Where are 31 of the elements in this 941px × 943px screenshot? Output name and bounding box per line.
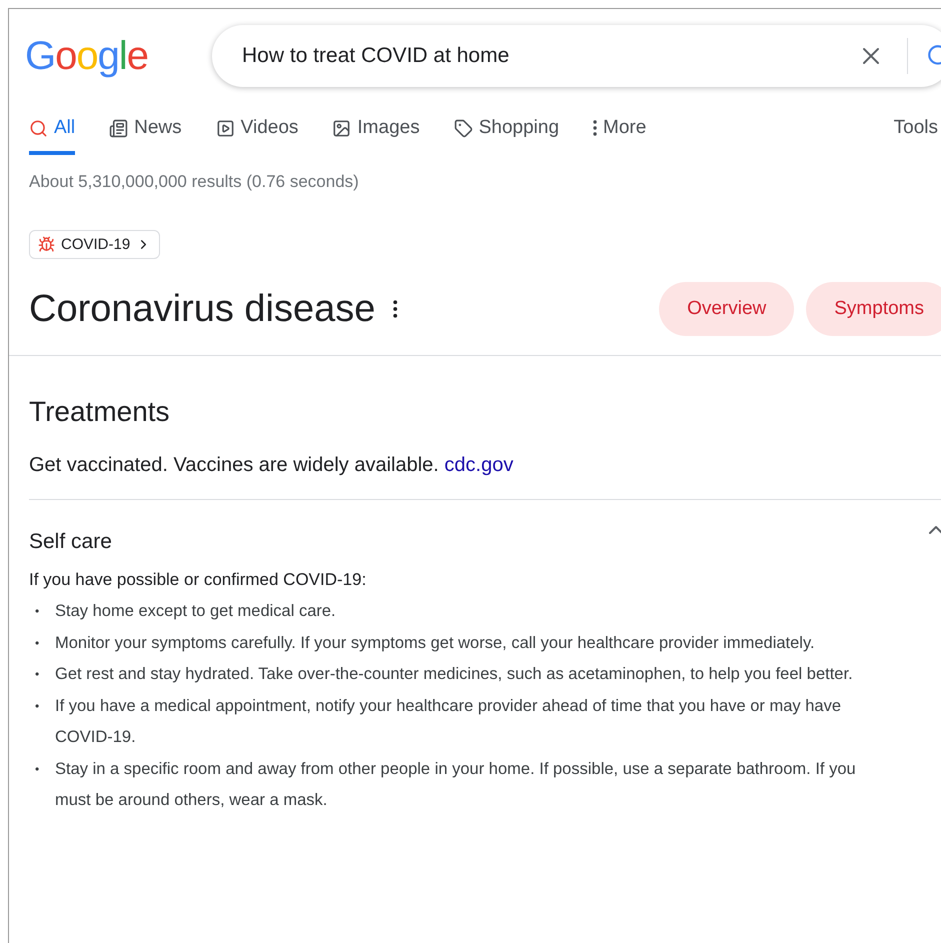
section-chip[interactable]: Symptoms [806, 282, 941, 336]
tab[interactable]: All [29, 117, 76, 155]
chip-label: COVID-19 [61, 236, 130, 253]
list-item: If you have a medical appointment, notify your healthcare provider ahead of time that you have or may have COVID-19. [55, 696, 842, 748]
topic-chip[interactable]: COVID-19 [29, 230, 160, 259]
tab[interactable]: Videos [216, 117, 298, 155]
search-field[interactable]: How to treat COVID at home [240, 43, 858, 69]
list-item: Monitor your symptoms carefully. If your symptoms get worse, call your healthcare provider immediately. [55, 632, 816, 654]
bullet: • [35, 760, 40, 778]
list-item: Stay in a specific room and away from other people in your home. If possible, use a separate bathroom. If you must be around others, wear a mask. [55, 758, 857, 811]
section-chip[interactable]: Overview [659, 282, 794, 336]
bullet: • [35, 698, 40, 714]
bullet: • [35, 603, 40, 620]
bullet: • [35, 634, 40, 652]
tab[interactable]: Shopping [454, 117, 560, 155]
treatment-text: Get vaccinated. Vaccines are widely available. cdc.gov [29, 454, 514, 477]
search-bar[interactable]: How to treat COVID at home [212, 25, 941, 87]
intro-text: If you have possible or confirmed COVID-19: [29, 570, 368, 590]
source-link[interactable]: cdc.gov [444, 454, 514, 476]
tab[interactable]: News [109, 117, 182, 155]
bullet: • [35, 666, 40, 683]
tab[interactable]: More [593, 117, 646, 155]
list-item: Get rest and stay hydrated. Take over-the-counter medicines, such as acetaminophen, to help you feel better. [55, 664, 854, 685]
list-item: Stay home except to get medical care. [55, 601, 337, 622]
result-stats: About 5,310,000,000 results (0.76 seconds) [28, 171, 360, 192]
subsection-heading: Self care [29, 530, 112, 554]
tools-link[interactable]: Tools [894, 117, 938, 139]
page-title: Coronavirus disease [29, 288, 376, 330]
tab[interactable]: Images [332, 117, 420, 155]
logo[interactable]: Google [25, 34, 148, 78]
section-heading: Treatments [29, 396, 171, 428]
